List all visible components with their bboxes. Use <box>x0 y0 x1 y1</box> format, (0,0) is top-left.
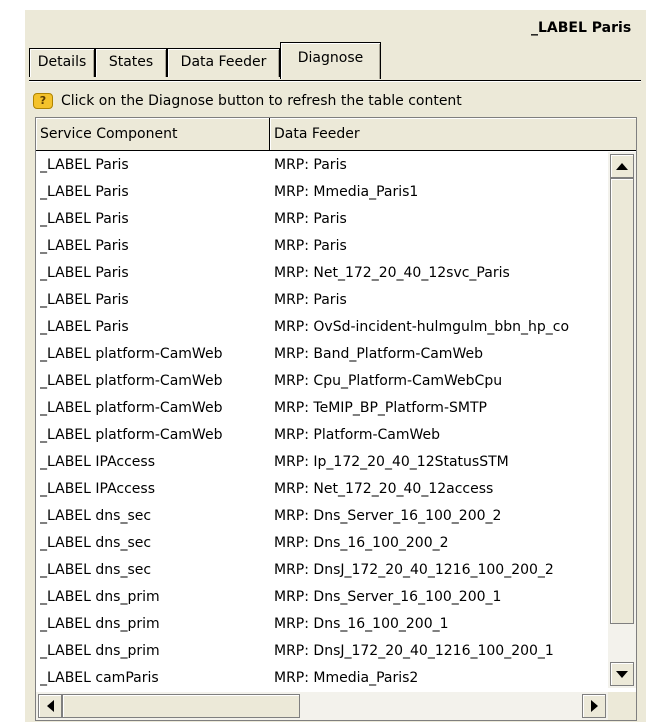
data-feeder-cell: MRP: Mmedia_Paris2 <box>274 670 419 686</box>
column-header-data-feeder[interactable]: Data Feeder <box>270 118 636 150</box>
table-row[interactable]: _LABEL Paris MRP: Paris <box>36 233 608 260</box>
table-row[interactable]: _LABEL dns_sec MRP: DnsJ_172_20_40_1216_1… <box>36 557 608 584</box>
table-row[interactable]: _LABEL Paris MRP: Paris <box>36 206 608 233</box>
service-component-cell: _LABEL Paris <box>40 184 129 200</box>
table-row[interactable]: _LABEL dns_prim MRP: DnsJ_172_20_40_1216_… <box>36 638 608 665</box>
scroll-right-button[interactable] <box>582 694 606 718</box>
tab-diagnose[interactable]: Diagnose <box>280 42 381 79</box>
service-component-cell: _LABEL platform-CamWeb <box>40 346 223 362</box>
table-row[interactable]: _LABEL IPAccess MRP: Net_172_20_40_12acce… <box>36 476 608 503</box>
arrow-right-icon <box>590 700 598 712</box>
scroll-down-button[interactable] <box>610 662 634 686</box>
table-row[interactable]: _LABEL Paris MRP: Paris <box>36 287 608 314</box>
data-feeder-cell: MRP: Mmedia_Paris1 <box>274 184 419 200</box>
service-component-cell: _LABEL dns_prim <box>40 616 160 632</box>
data-feeder-cell: MRP: OvSd-incident-hulmgulm_bbn_hp_co <box>274 319 570 335</box>
question-icon: ? <box>33 93 53 109</box>
column-header-service-component[interactable]: Service Component <box>36 118 270 150</box>
data-feeder-cell: MRP: TeMIP_BP_Platform-SMTP <box>274 400 487 416</box>
table-row[interactable]: _LABEL platform-CamWeb MRP: Platform-CamW… <box>36 422 608 449</box>
table-row[interactable]: _LABEL dns_prim MRP: Dns_16_100_200_1 <box>36 611 608 638</box>
data-feeder-cell: MRP: Paris <box>274 157 347 173</box>
vertical-scroll-thumb[interactable] <box>610 178 634 624</box>
tab-states[interactable]: States <box>95 48 167 77</box>
table-row[interactable]: _LABEL Paris MRP: Mmedia_Paris1 <box>36 179 608 206</box>
table-row[interactable]: _LABEL dns_sec MRP: Dns_Server_16_100_200… <box>36 503 608 530</box>
service-component-cell: _LABEL IPAccess <box>40 454 156 470</box>
scroll-up-button[interactable] <box>610 154 634 178</box>
data-feeder-cell: MRP: Dns_Server_16_100_200_2 <box>274 508 502 524</box>
data-feeder-cell: MRP: Dns_16_100_200_2 <box>274 535 449 551</box>
table-row[interactable]: _LABEL dns_sec MRP: Dns_16_100_200_2 <box>36 530 608 557</box>
table-body: _LABEL Paris MRP: Paris _LABEL Paris MRP: M… <box>36 152 608 690</box>
info-message: ? Click on the Diagnose button to refres… <box>33 90 462 112</box>
window-title: _LABEL Paris <box>531 20 632 36</box>
tab-details[interactable]: Details <box>29 48 95 77</box>
table-row[interactable]: _LABEL platform-CamWeb MRP: Cpu_Platform-… <box>36 368 608 395</box>
service-component-cell: _LABEL IPAccess <box>40 481 156 497</box>
table-row[interactable]: _LABEL dns_prim MRP: Dns_Server_16_100_20… <box>36 584 608 611</box>
table-row[interactable]: _LABEL IPAccess MRP: Ip_172_20_40_12Statu… <box>36 449 608 476</box>
service-component-cell: _LABEL dns_prim <box>40 643 160 659</box>
data-feeder-cell: MRP: Paris <box>274 211 347 227</box>
scroll-left-button[interactable] <box>38 694 62 718</box>
data-feeder-cell: MRP: DnsJ_172_20_40_1216_100_200_1 <box>274 643 554 659</box>
horizontal-scrollbar[interactable] <box>36 692 610 720</box>
service-component-cell: _LABEL dns_prim <box>40 589 160 605</box>
data-feeder-cell: MRP: Net_172_20_40_12access <box>274 481 494 497</box>
table-row[interactable]: _LABEL platform-CamWeb MRP: TeMIP_BP_Plat… <box>36 395 608 422</box>
data-feeder-cell: MRP: Net_172_20_40_12svc_Paris <box>274 265 510 281</box>
data-feeder-cell: MRP: Ip_172_20_40_12StatusSTM <box>274 454 509 470</box>
scrollbar-corner <box>608 692 636 720</box>
table-row[interactable]: _LABEL platform-CamWeb MRP: Band_Platform… <box>36 341 608 368</box>
table-header: Service Component Data Feeder <box>36 118 636 151</box>
tab-divider <box>29 80 641 81</box>
service-component-cell: _LABEL Paris <box>40 211 129 227</box>
arrow-up-icon <box>616 162 628 170</box>
service-component-cell: _LABEL platform-CamWeb <box>40 373 223 389</box>
service-component-cell: _LABEL dns_sec <box>40 508 152 524</box>
service-component-cell: _LABEL Paris <box>40 265 129 281</box>
data-feeder-cell: MRP: Dns_16_100_200_1 <box>274 616 449 632</box>
diagnose-panel: _LABEL Paris Details States Data Feeder … <box>25 10 646 722</box>
data-feeder-cell: MRP: DnsJ_172_20_40_1216_100_200_2 <box>274 562 554 578</box>
horizontal-scroll-thumb[interactable] <box>62 694 300 718</box>
service-component-cell: _LABEL dns_sec <box>40 535 152 551</box>
vertical-scrollbar[interactable] <box>608 152 636 688</box>
data-feeder-cell: MRP: Band_Platform-CamWeb <box>274 346 483 362</box>
service-component-cell: _LABEL Paris <box>40 238 129 254</box>
data-feeder-cell: MRP: Cpu_Platform-CamWebCpu <box>274 373 503 389</box>
info-text: Click on the Diagnose button to refresh … <box>61 93 462 109</box>
table-row[interactable]: _LABEL Paris MRP: Paris <box>36 152 608 179</box>
service-component-cell: _LABEL dns_sec <box>40 562 152 578</box>
arrow-left-icon <box>46 700 54 712</box>
data-feeder-cell: MRP: Paris <box>274 292 347 308</box>
table-row[interactable]: _LABEL Paris MRP: Net_172_20_40_12svc_Par… <box>36 260 608 287</box>
service-component-cell: _LABEL platform-CamWeb <box>40 427 223 443</box>
diagnose-table: Service Component Data Feeder _LABEL Par… <box>35 117 637 721</box>
service-component-cell: _LABEL Paris <box>40 157 129 173</box>
data-feeder-cell: MRP: Paris <box>274 238 347 254</box>
data-feeder-cell: MRP: Platform-CamWeb <box>274 427 441 443</box>
service-component-cell: _LABEL camParis <box>40 670 159 686</box>
arrow-down-icon <box>616 670 628 678</box>
service-component-cell: _LABEL Paris <box>40 292 129 308</box>
tab-data-feeder[interactable]: Data Feeder <box>167 48 280 77</box>
data-feeder-cell: MRP: Dns_Server_16_100_200_1 <box>274 589 502 605</box>
table-row[interactable]: _LABEL Paris MRP: OvSd-incident-hulmgulm_… <box>36 314 608 341</box>
table-row[interactable]: _LABEL camParis MRP: Mmedia_Paris2 <box>36 665 608 690</box>
service-component-cell: _LABEL Paris <box>40 319 129 335</box>
service-component-cell: _LABEL platform-CamWeb <box>40 400 223 416</box>
